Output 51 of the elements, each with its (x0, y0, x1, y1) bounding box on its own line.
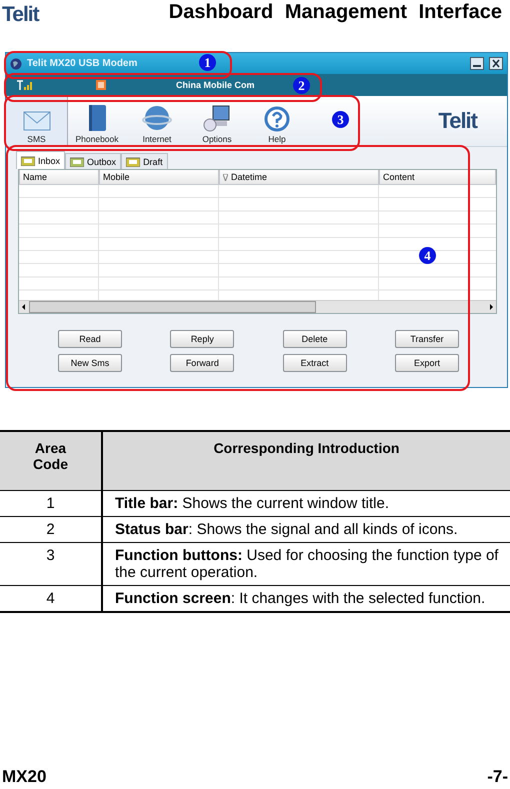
close-button[interactable] (489, 57, 503, 70)
envelope-icon (22, 110, 50, 132)
action-button[interactable]: Reply (170, 330, 234, 348)
computer-icon (203, 104, 231, 132)
action-button[interactable]: Transfer (394, 330, 459, 348)
folder-icon (21, 156, 35, 166)
model-name: MX20 (2, 767, 46, 787)
table-cell: Status bar: Shows the signal and all kinds of icons. (103, 517, 510, 543)
minimize-button[interactable] (470, 57, 484, 70)
signal-icon (16, 80, 34, 90)
table-cell: 4 (0, 586, 103, 611)
table-cell: 2 (0, 517, 103, 543)
column-header[interactable]: Mobile (99, 170, 219, 185)
page-number: -7- (487, 767, 508, 787)
window-title: Telit MX20 USB Modem (27, 58, 138, 69)
table-cell-text: Function screen: It changes with the selected function. (114, 589, 486, 609)
action-button[interactable]: Extract (282, 354, 347, 372)
page-title: Dashboard Management Interface (168, 1, 502, 24)
help-icon (264, 106, 290, 132)
table-cell: 1 (0, 491, 103, 517)
action-button[interactable]: Export (394, 354, 459, 372)
folder-icon (126, 156, 140, 166)
tab[interactable]: Draft (121, 153, 168, 169)
toolbar-button[interactable]: Phonebook (72, 96, 122, 146)
tab[interactable]: Inbox (16, 151, 66, 169)
action-button[interactable]: New Sms (58, 354, 122, 372)
column-header[interactable]: Datetime (219, 170, 379, 185)
action-button[interactable]: Forward (170, 354, 234, 372)
table-cell: Function buttons: Used for choosing the function type of the current operation. (103, 543, 510, 586)
table-cell: Title bar: Shows the current window title. (103, 491, 510, 517)
toolbar-button[interactable]: Options (192, 96, 242, 146)
telit-logo: Telit (438, 108, 477, 134)
toolbar-button[interactable]: Internet (132, 96, 182, 146)
table-cell: 3 (0, 543, 103, 586)
folder-icon (70, 156, 84, 166)
toolbar-button[interactable]: Help (252, 96, 302, 146)
action-button[interactable]: Read (58, 330, 122, 348)
sim-icon (96, 80, 106, 90)
action-button[interactable]: Delete (282, 330, 347, 348)
toolbar-button[interactable]: SMS (6, 96, 68, 146)
operator-name: China Mobile Com (176, 80, 254, 90)
horizontal-scrollbar[interactable] (19, 300, 496, 313)
tab[interactable]: Outbox (65, 153, 122, 169)
telit-logo: Telit (2, 3, 39, 27)
column-header[interactable]: Content (379, 170, 496, 185)
sort-icon (223, 174, 228, 180)
table-header: Area Code (0, 432, 103, 491)
book-icon (86, 104, 108, 132)
table-header: Corresponding Introduction (103, 432, 510, 491)
column-header[interactable]: Name (19, 170, 99, 185)
scrollbar-thumb[interactable] (29, 301, 316, 313)
